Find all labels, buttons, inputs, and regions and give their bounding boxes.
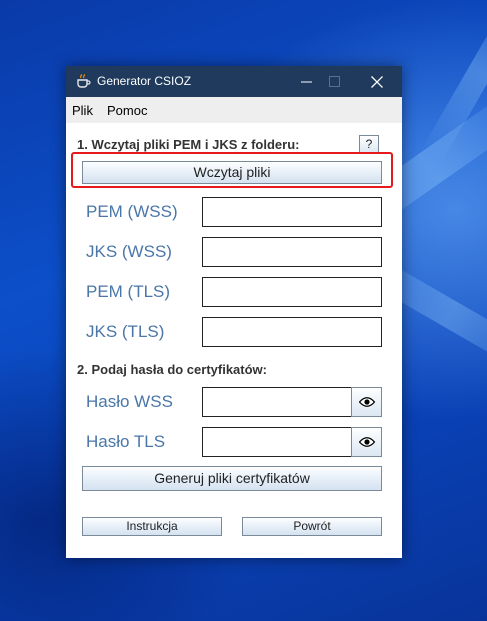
eye-icon <box>358 397 375 407</box>
maximize-button <box>312 66 356 97</box>
close-icon <box>371 75 383 88</box>
jks-wss-field[interactable] <box>202 237 382 267</box>
app-window: Generator CSIOZ Plik Pomoc 1. Wczytaj pl… <box>66 66 402 558</box>
tls-password-label: Hasło TLS <box>86 432 166 451</box>
pem-tls-label: PEM (TLS) <box>86 282 171 301</box>
pem-wss-label: PEM (WSS) <box>86 202 178 221</box>
maximize-icon <box>328 76 340 87</box>
section-passwords-title: 2. Podaj hasła do certyfikatów: <box>77 362 267 377</box>
load-files-button[interactable]: Wczytaj pliki <box>82 161 382 184</box>
java-cup-icon <box>77 74 91 88</box>
menu-file[interactable]: Plik <box>72 103 93 118</box>
menu-help[interactable]: Pomoc <box>107 103 147 118</box>
tls-reveal-button[interactable] <box>351 427 382 457</box>
menu-bar: Plik Pomoc <box>66 97 402 123</box>
wallpaper-streak <box>419 0 487 165</box>
pem-tls-field[interactable] <box>202 277 382 307</box>
window-title: Generator CSIOZ <box>97 74 192 88</box>
wss-password-label: Hasło WSS <box>86 392 173 411</box>
jks-tls-label: JKS (TLS) <box>86 322 165 341</box>
generate-certificates-button[interactable]: Generuj pliki certyfikatów <box>82 466 382 491</box>
wss-password-field[interactable] <box>202 387 352 417</box>
section-load-title: 1. Wczytaj pliki PEM i JKS z folderu: <box>77 137 300 152</box>
help-button[interactable]: ? <box>359 135 379 153</box>
pem-wss-field[interactable] <box>202 197 382 227</box>
jks-tls-field[interactable] <box>202 317 382 347</box>
eye-icon <box>358 437 375 447</box>
back-button[interactable]: Powrót <box>242 517 382 536</box>
wss-reveal-button[interactable] <box>351 387 382 417</box>
instructions-button[interactable]: Instrukcja <box>82 517 222 536</box>
title-bar[interactable]: Generator CSIOZ <box>66 66 402 97</box>
tls-password-field[interactable] <box>202 427 352 457</box>
minimize-icon <box>300 81 312 83</box>
close-button[interactable] <box>355 66 399 97</box>
jks-wss-label: JKS (WSS) <box>86 242 172 261</box>
